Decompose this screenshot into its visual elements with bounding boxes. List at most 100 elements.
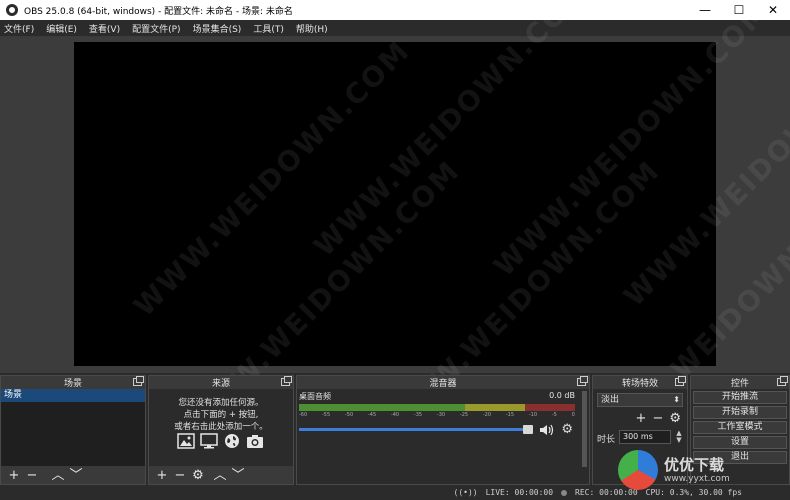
preview-area: WWW.WEIDOWN.COM WWW.WEIDOWN.COM WWW.WEID… xyxy=(0,0,790,463)
transitions-dock-title: 转场特效 xyxy=(621,379,658,389)
sources-dock-title: 来源 xyxy=(211,379,230,389)
move-source-up-button[interactable]: ︿ xyxy=(211,467,229,483)
scale-tick: -30 xyxy=(436,412,446,418)
undock-icon[interactable] xyxy=(133,376,144,386)
menu-scene-collection[interactable]: 场景集合(S) xyxy=(193,22,242,35)
undock-icon[interactable] xyxy=(577,376,588,386)
track-level: 0.0 dB xyxy=(549,391,575,400)
browser-globe-icon xyxy=(225,434,239,448)
transition-selected-value: 淡出 xyxy=(601,395,620,405)
site-logo-text: 优优下载 xyxy=(664,455,725,474)
transition-tools: + − ⚙ xyxy=(636,411,681,426)
transition-properties-gear-icon[interactable]: ⚙ xyxy=(669,411,681,426)
empty-message-line: 点击下面的 + 按钮, xyxy=(183,410,259,420)
remove-source-button[interactable]: − xyxy=(171,467,189,483)
menu-file[interactable]: 文件(F) xyxy=(4,22,34,35)
empty-message-line: 或者右击此处添加一个。 xyxy=(174,422,268,432)
scale-tick: -60 xyxy=(299,412,308,418)
undock-icon[interactable] xyxy=(777,376,788,386)
mixer-dock: 混音器 桌面音频 0.0 dB -60 -55 -50 -45 -40 -35 … xyxy=(296,375,590,485)
display-icon xyxy=(200,433,218,449)
scale-tick: -35 xyxy=(413,412,423,418)
scale-tick: -15 xyxy=(505,412,515,418)
sources-list[interactable]: 您还没有添加任何源。 点击下面的 + 按钮, 或者右击此处添加一个。 xyxy=(149,389,293,466)
menu-bar: 文件(F) 编辑(E) 查看(V) 配置文件(P) 场景集合(S) 工具(T) … xyxy=(0,20,790,37)
move-scene-up-button[interactable]: ︿ xyxy=(49,467,67,483)
mixer-body: 桌面音频 0.0 dB -60 -55 -50 -45 -40 -35 -30 … xyxy=(297,389,589,484)
scale-tick: -55 xyxy=(321,412,331,418)
scale-tick: -20 xyxy=(482,412,492,418)
watermark-text: WWW.WEIDOWN.COM xyxy=(617,24,790,313)
transition-select[interactable]: 淡出 ⬍ xyxy=(597,393,683,407)
scene-list-item[interactable]: 场景 xyxy=(1,389,145,402)
speaker-icon[interactable] xyxy=(539,424,555,436)
start-streaming-button[interactable]: 开始推流 xyxy=(693,391,787,404)
maximize-button[interactable]: ☐ xyxy=(722,0,756,20)
add-source-button[interactable]: + xyxy=(153,467,171,483)
remove-scene-button[interactable]: − xyxy=(23,467,41,483)
add-scene-button[interactable]: + xyxy=(5,467,23,483)
minimize-button[interactable]: — xyxy=(688,0,722,20)
obs-app-icon xyxy=(6,4,18,16)
meter-scale: -60 -55 -50 -45 -40 -35 -30 -25 -20 -15 … xyxy=(299,412,575,418)
undock-icon[interactable] xyxy=(281,376,292,386)
title-bar: OBS 25.0.8 (64-bit, windows) - 配置文件: 未命名… xyxy=(0,0,790,20)
undock-icon[interactable] xyxy=(675,376,686,386)
scenes-list[interactable]: 场景 xyxy=(1,389,145,466)
site-logo-url: www.yyxt.com xyxy=(664,473,730,484)
sources-dock-header: 来源 xyxy=(149,376,293,389)
move-scene-down-button[interactable]: ﹀ xyxy=(67,467,85,483)
scale-tick: -25 xyxy=(459,412,469,418)
volume-meter xyxy=(299,404,575,411)
mixer-dock-header: 混音器 xyxy=(297,376,589,389)
source-properties-gear-icon[interactable]: ⚙ xyxy=(189,467,207,483)
mixer-scrollbar[interactable] xyxy=(582,391,587,467)
chevron-updown-icon: ⬍ xyxy=(673,395,680,404)
live-timer: LIVE: 00:00:00 xyxy=(485,488,554,497)
add-transition-button[interactable]: + xyxy=(636,411,647,426)
menu-tools[interactable]: 工具(T) xyxy=(253,22,284,35)
sources-dock: 来源 您还没有添加任何源。 点击下面的 + 按钮, 或者右击此处添加一个。 + … xyxy=(148,375,294,485)
menu-edit[interactable]: 编辑(E) xyxy=(46,22,77,35)
source-type-icons xyxy=(177,433,264,449)
scenes-toolbar: + − ︿ ﹀ xyxy=(1,466,145,484)
duration-label: 时长 xyxy=(597,435,616,445)
record-status-dot xyxy=(561,489,568,496)
mixer-dock-title: 混音器 xyxy=(429,379,457,389)
transitions-dock-header: 转场特效 xyxy=(593,376,687,389)
watermark-text: WWW.WEIDOWN.COM xyxy=(307,0,597,263)
close-button[interactable]: ✕ xyxy=(756,0,790,20)
mixer-track-desktop-audio: 桌面音频 0.0 dB -60 -55 -50 -45 -40 -35 -30 … xyxy=(299,391,575,437)
studio-mode-button[interactable]: 工作室模式 xyxy=(693,421,787,434)
scale-tick: -10 xyxy=(528,412,538,418)
scenes-dock-header: 场景 xyxy=(1,376,145,389)
site-logo-overlay: 优优下载 www.yyxt.com xyxy=(618,440,790,500)
mixer-settings-gear-icon[interactable]: ⚙ xyxy=(561,422,573,437)
track-name: 桌面音频 xyxy=(299,392,331,401)
scale-tick: -40 xyxy=(390,412,400,418)
sources-empty-message: 您还没有添加任何源。 点击下面的 + 按钮, 或者右击此处添加一个。 xyxy=(149,397,293,433)
preview-canvas[interactable]: WWW.WEIDOWN.COM WWW.WEIDOWN.COM WWW.WEID… xyxy=(74,0,790,463)
scenes-dock-title: 场景 xyxy=(63,379,82,389)
image-icon xyxy=(177,433,195,449)
menu-profile[interactable]: 配置文件(P) xyxy=(132,22,180,35)
camera-icon xyxy=(247,435,263,448)
menu-help[interactable]: 帮助(H) xyxy=(296,22,328,35)
scenes-dock: 场景 场景 + − ︿ ﹀ xyxy=(0,375,146,485)
volume-slider[interactable] xyxy=(299,425,534,434)
empty-message-line: 您还没有添加任何源。 xyxy=(178,398,264,408)
scale-tick: -50 xyxy=(344,412,354,418)
watermark-text: WWW.WEIDOWN.COM xyxy=(487,0,777,283)
sources-toolbar: + − ⚙ ︿ ﹀ xyxy=(149,466,293,484)
menu-view[interactable]: 查看(V) xyxy=(89,22,120,35)
window-title: OBS 25.0.8 (64-bit, windows) - 配置文件: 未命名… xyxy=(24,6,293,17)
scale-tick: 0 xyxy=(571,412,575,418)
scale-tick: -45 xyxy=(367,412,377,418)
watermark-text: WWW.WEIDOWN.COM xyxy=(127,34,417,323)
remove-transition-button[interactable]: − xyxy=(652,411,663,426)
move-source-down-button[interactable]: ﹀ xyxy=(229,467,247,483)
controls-dock-title: 控件 xyxy=(730,379,749,389)
volume-slider-handle[interactable] xyxy=(523,425,534,434)
start-recording-button[interactable]: 开始录制 xyxy=(693,406,787,419)
controls-dock-header: 控件 xyxy=(691,376,789,389)
